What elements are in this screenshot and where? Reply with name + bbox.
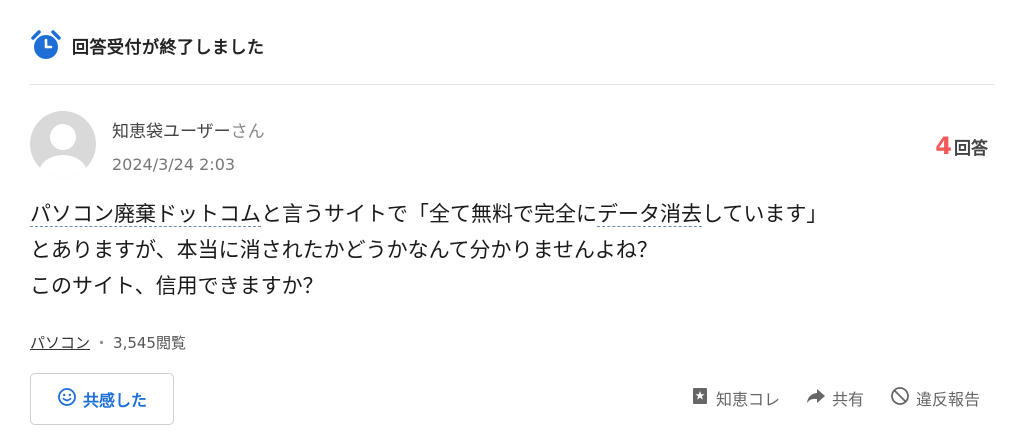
share-label: 共有 — [831, 390, 864, 409]
user-name[interactable]: 知恵袋ユーザーさん — [112, 117, 265, 142]
alarm-clock-icon — [30, 29, 62, 61]
chiekore-button[interactable]: 知恵コレ — [690, 386, 780, 410]
question-line-3: このサイト、信用できますか？ — [30, 274, 324, 298]
question-line-1: パソコン廃棄ドットコムと言うサイトで「全て無料で完全にデータ消去しています」 — [30, 196, 1000, 232]
bookmark-icon — [690, 386, 716, 410]
report-button[interactable]: 違反報告 — [890, 386, 980, 410]
question-line-2: とありますが、本当に消されたかどうかなんて分かりませんよね？ — [30, 238, 658, 262]
report-label: 違反報告 — [915, 390, 980, 409]
empathy-label: 共感した — [82, 391, 147, 410]
keyword-link-data-erase[interactable]: データ消去 — [597, 202, 702, 227]
question-body: パソコン廃棄ドットコムと言うサイトで「全て無料で完全にデータ消去しています」 と… — [30, 196, 1000, 304]
answer-count-number: 4 — [935, 132, 952, 160]
question-meta: パソコン ・ 3,545閲覧 — [30, 332, 186, 353]
action-bar: 知恵コレ 共有 違反報告 — [664, 386, 980, 410]
share-arrow-icon — [806, 386, 832, 410]
user-name-text[interactable]: 知恵袋ユーザー — [112, 122, 231, 142]
avatar[interactable] — [30, 111, 96, 177]
category-link[interactable]: パソコン — [30, 332, 90, 353]
smile-icon — [57, 387, 77, 411]
empathy-button[interactable]: 共感した — [30, 373, 174, 425]
question-line1-mid: と言うサイトで「全て無料で完全に — [261, 202, 597, 226]
status-bar: 回答受付が終了しました — [30, 28, 265, 62]
meta-separator: ・ — [94, 334, 110, 352]
answer-count-unit: 回答 — [954, 139, 988, 159]
answer-count[interactable]: 4 回答 — [935, 132, 988, 160]
question-line1-post: しています」 — [702, 202, 828, 226]
keyword-link-pc-disposal[interactable]: パソコン廃棄ドットコム — [30, 202, 261, 227]
share-button[interactable]: 共有 — [806, 386, 864, 410]
divider — [30, 84, 994, 85]
chiekore-label: 知恵コレ — [715, 390, 780, 409]
status-text: 回答受付が終了しました — [72, 37, 265, 58]
user-honorific: さん — [230, 122, 265, 142]
post-date: 2024/3/24 2:03 — [112, 155, 236, 174]
view-count: 3,545閲覧 — [113, 334, 186, 352]
prohibit-icon — [890, 386, 916, 410]
